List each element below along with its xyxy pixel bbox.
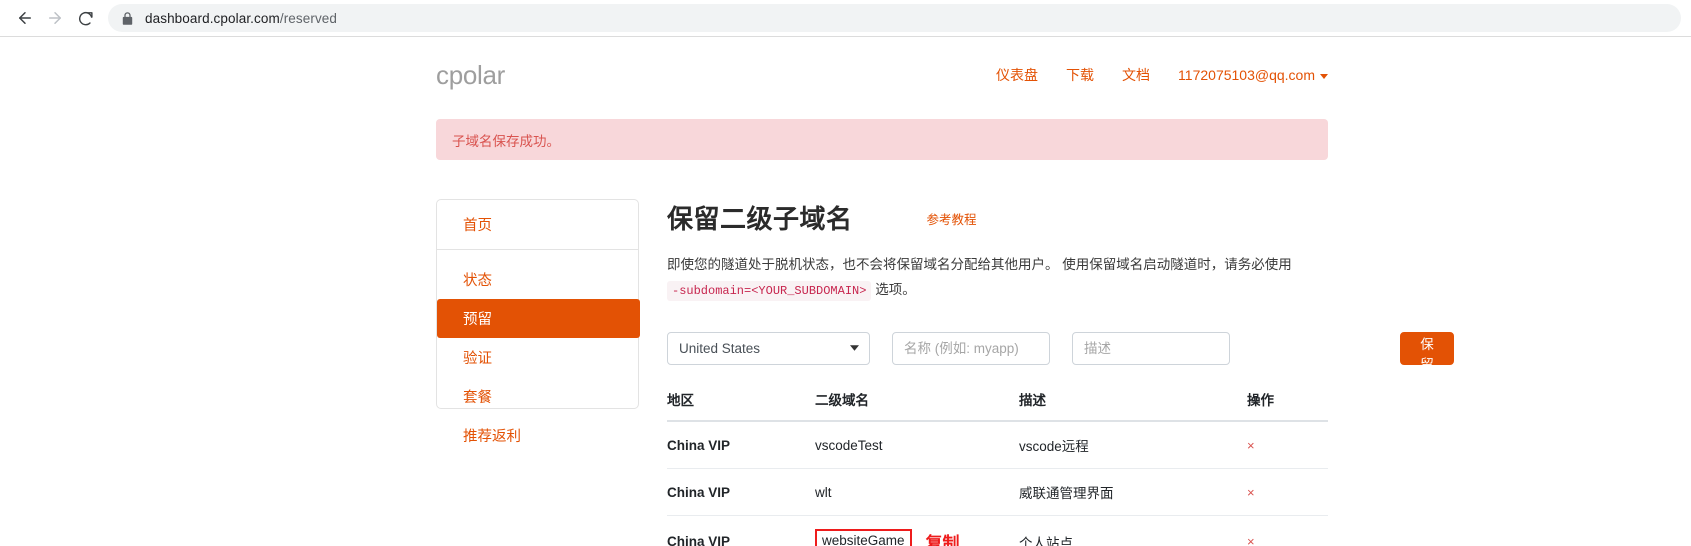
url-text: dashboard.cpolar.com/reserved	[145, 11, 337, 26]
region-select-wrapper: United States	[667, 332, 870, 365]
highlight-annotation-box: websiteGame	[815, 529, 912, 546]
sidebar-item-label: 验证	[463, 351, 492, 367]
main-title-row: 保留二级子域名 参考教程	[667, 199, 1454, 236]
cell-subdomain: vscodeTest	[815, 421, 1019, 469]
description-text-part1: 即使您的隧道处于脱机状态，也不会将保留域名分配给其他用户。 使用保留域名启动隧道…	[667, 257, 1292, 272]
sidebar-item-home[interactable]: 首页	[437, 200, 638, 250]
site-header: cpolar 仪表盘 下载 文档 1172075103@qq.com	[436, 37, 1328, 99]
sidebar: 首页 状态 预留 验证 套餐 推荐返利	[436, 199, 640, 445]
table-header-row: 地区 二级域名 描述 操作	[667, 389, 1328, 422]
cell-region: China VIP	[667, 468, 815, 516]
cell-description: 个人站点	[1019, 515, 1247, 546]
url-path: /reserved	[279, 10, 338, 26]
cell-action: ×	[1247, 515, 1328, 546]
description-text-part2: 选项。	[875, 282, 916, 297]
page-description: 即使您的隧道处于脱机状态，也不会将保留域名分配给其他用户。 使用保留域名启动隧道…	[667, 252, 1332, 304]
page-title: 保留二级子域名	[667, 204, 853, 234]
sidebar-item-referral[interactable]: 推荐返利	[437, 416, 638, 455]
forward-icon[interactable]	[40, 3, 70, 33]
delete-icon[interactable]: ×	[1247, 534, 1255, 546]
address-bar[interactable]: dashboard.cpolar.com/reserved	[108, 4, 1681, 32]
nav-item-dashboard[interactable]: 仪表盘	[996, 65, 1038, 85]
chevron-down-icon	[1320, 73, 1328, 79]
reserved-domains-table: 地区 二级域名 描述 操作 China VIP vscodeTest vscod…	[667, 389, 1328, 546]
cell-region: China VIP	[667, 515, 815, 546]
success-alert: 子域名保存成功。	[436, 119, 1328, 160]
subdomain-code-snippet: -subdomain=<YOUR_SUBDOMAIN>	[667, 281, 872, 301]
sidebar-menu: 状态 预留 验证 套餐 推荐返利	[437, 250, 640, 455]
table-row: China VIP wlt 威联通管理界面 ×	[667, 468, 1328, 516]
sidebar-item-status[interactable]: 状态	[437, 260, 638, 299]
tutorial-link[interactable]: 参考教程	[927, 199, 977, 228]
column-header-subdomain: 二级域名	[815, 389, 1019, 422]
cell-subdomain: wlt	[815, 468, 1019, 516]
cell-region: China VIP	[667, 421, 815, 469]
cell-subdomain-highlighted: websiteGame 复制	[815, 515, 1019, 546]
cell-action: ×	[1247, 421, 1328, 469]
copy-annotation-label: 复制	[925, 534, 960, 546]
site-logo: cpolar	[436, 59, 506, 90]
subdomain-name-input[interactable]	[892, 332, 1050, 365]
account-email: 1172075103@qq.com	[1178, 67, 1315, 83]
cell-action: ×	[1247, 468, 1328, 516]
cell-description: vscode远程	[1019, 421, 1247, 469]
region-select[interactable]: United States	[667, 332, 870, 365]
column-header-region: 地区	[667, 389, 815, 422]
alert-message: 子域名保存成功。	[452, 133, 560, 149]
main-panel: 保留二级子域名 参考教程 即使您的隧道处于脱机状态，也不会将保留域名分配给其他用…	[639, 199, 1454, 546]
table-body: China VIP vscodeTest vscode远程 × China VI…	[667, 421, 1328, 546]
sidebar-item-label: 状态	[463, 273, 492, 289]
column-header-description: 描述	[1019, 389, 1247, 422]
top-navigation: 仪表盘 下载 文档 1172075103@qq.com	[996, 65, 1328, 85]
sidebar-item-reserved[interactable]: 预留	[437, 299, 640, 338]
sidebar-home-label[interactable]: 首页	[463, 218, 492, 234]
page-container: cpolar 仪表盘 下载 文档 1172075103@qq.com 子域名保存…	[436, 37, 1454, 546]
table-row: China VIP websiteGame 复制 个人站点 ×	[667, 515, 1328, 546]
subdomain-description-input[interactable]	[1072, 332, 1230, 365]
sidebar-item-plans[interactable]: 套餐	[437, 377, 638, 416]
reload-icon[interactable]	[70, 3, 100, 33]
nav-item-account[interactable]: 1172075103@qq.com	[1178, 67, 1328, 83]
cell-description: 威联通管理界面	[1019, 468, 1247, 516]
nav-item-download[interactable]: 下载	[1066, 65, 1094, 85]
table-row: China VIP vscodeTest vscode远程 ×	[667, 421, 1328, 469]
url-domain: dashboard.cpolar.com	[145, 10, 280, 26]
sidebar-item-label: 推荐返利	[463, 429, 521, 445]
lock-icon	[122, 11, 133, 25]
sidebar-item-label: 套餐	[463, 390, 492, 406]
delete-icon[interactable]: ×	[1247, 485, 1255, 500]
table-head: 地区 二级域名 描述 操作	[667, 389, 1328, 422]
page-body: cpolar 仪表盘 下载 文档 1172075103@qq.com 子域名保存…	[0, 37, 1691, 546]
browser-toolbar: dashboard.cpolar.com/reserved	[0, 0, 1691, 37]
content-row: 首页 状态 预留 验证 套餐 推荐返利 保留二级子域名 参考教程 即使您的隧道处…	[436, 199, 1454, 546]
delete-icon[interactable]: ×	[1247, 438, 1255, 453]
reserve-button[interactable]: 保留	[1400, 332, 1454, 372]
reserve-form: United States 保留	[667, 332, 1454, 372]
sidebar-item-verify[interactable]: 验证	[437, 338, 638, 377]
sidebar-item-label: 预留	[463, 312, 492, 328]
back-icon[interactable]	[10, 3, 40, 33]
column-header-action: 操作	[1247, 389, 1328, 422]
nav-item-docs[interactable]: 文档	[1122, 65, 1150, 85]
